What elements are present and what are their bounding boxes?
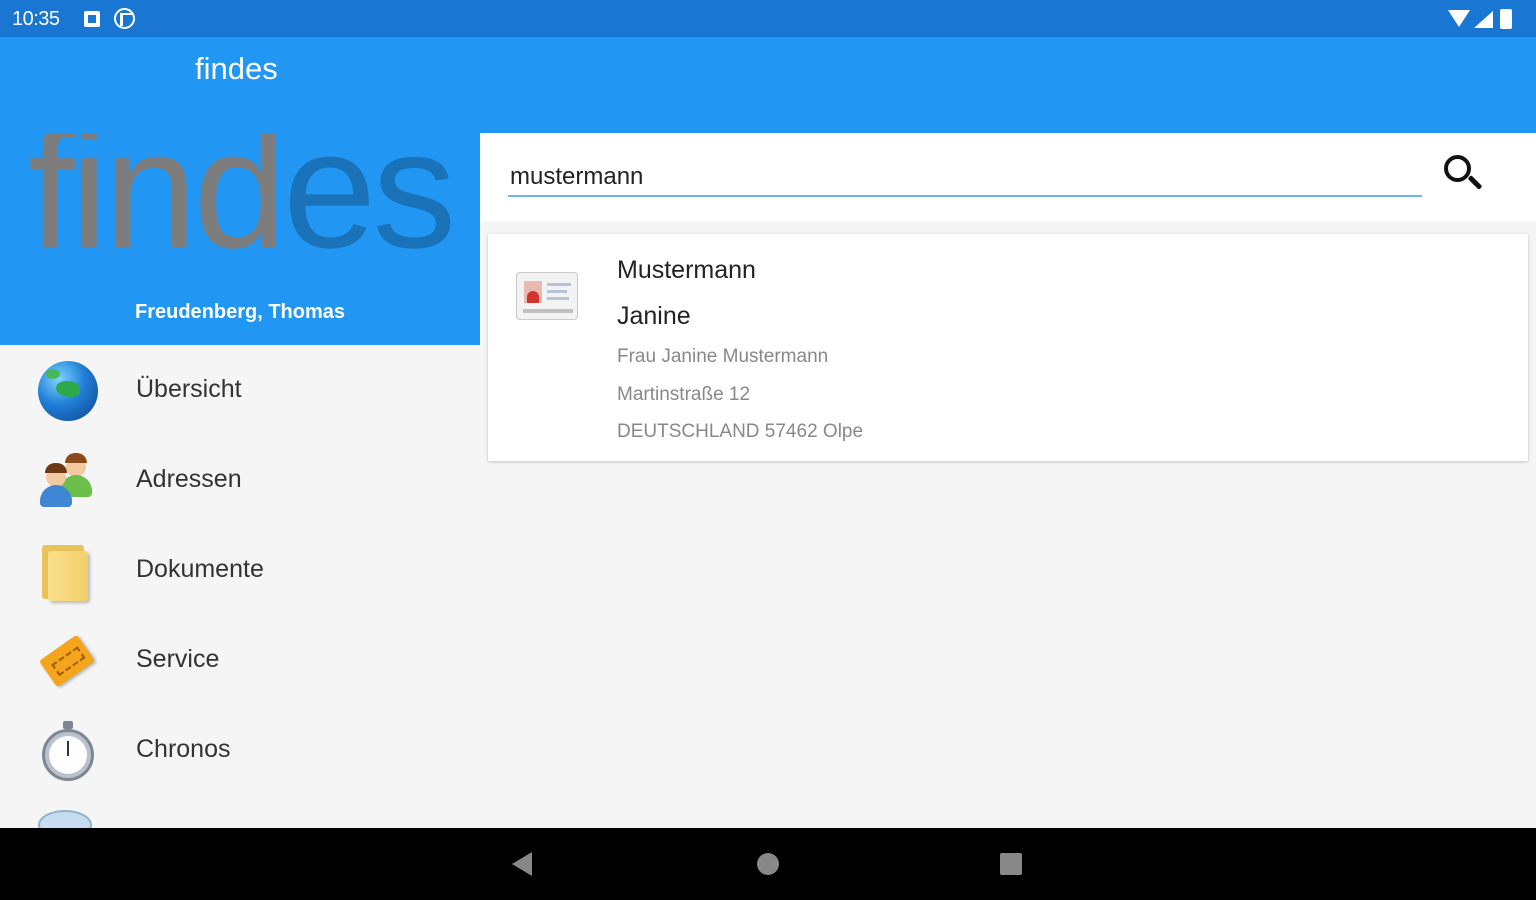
drawer-header: findes Freudenberg, Thomas <box>0 133 480 345</box>
menu-item-label: Chronos <box>136 735 231 763</box>
menu-item-adressen[interactable]: Adressen <box>0 435 480 525</box>
menu-item-label: Übersicht <box>136 375 242 403</box>
findes-logo: findes <box>28 133 456 273</box>
ticket-icon <box>38 631 98 691</box>
menu-item-uebersicht[interactable]: Übersicht <box>0 345 480 435</box>
menu-item-label: Dokumente <box>136 555 264 583</box>
result-full-name: Frau Janine Mustermann <box>617 346 829 367</box>
menu-item-dokumente[interactable]: Dokumente <box>0 525 480 615</box>
stopwatch-icon <box>38 721 98 781</box>
menu-item-label: Adressen <box>136 465 242 493</box>
result-last-name: Mustermann <box>617 256 756 284</box>
home-icon[interactable] <box>757 853 779 875</box>
notification-icon <box>84 11 100 27</box>
result-first-name: Janine <box>617 302 691 330</box>
system-indicators <box>1448 8 1528 30</box>
wifi-icon <box>1448 10 1470 27</box>
result-street: Martinstraße 12 <box>617 384 751 405</box>
system-navigation-bar <box>0 828 1536 900</box>
globe-icon <box>38 361 98 421</box>
search-content: Mustermann Janine Frau Janine Mustermann… <box>480 133 1536 828</box>
result-city-line: DEUTSCHLAND 57462 Olpe <box>617 421 864 442</box>
recent-apps-icon[interactable] <box>1000 853 1022 875</box>
user-name: Freudenberg, Thomas <box>134 301 346 323</box>
signal-icon <box>1474 11 1493 28</box>
menu-item-service[interactable]: Service <box>0 615 480 705</box>
status-time: 10:35 <box>12 8 60 30</box>
search-bar <box>480 133 1536 221</box>
sync-icon <box>114 8 135 29</box>
folder-icon <box>38 541 98 601</box>
back-icon[interactable] <box>512 852 532 876</box>
navigation-drawer: Übersicht Adressen Dokumente Service Chr… <box>0 345 480 828</box>
logo-part-gray: find <box>28 133 287 283</box>
app-title: findes <box>195 51 278 86</box>
contacts-icon <box>38 451 98 511</box>
menu-item-partial-icon[interactable] <box>38 810 92 828</box>
status-bar: 10:35 <box>0 0 1536 37</box>
menu-item-label: Service <box>136 645 220 673</box>
search-result-card[interactable]: Mustermann Janine Frau Janine Mustermann… <box>488 234 1528 461</box>
menu-item-chronos[interactable]: Chronos <box>0 705 480 795</box>
search-input[interactable] <box>508 159 1422 197</box>
search-icon[interactable] <box>1440 151 1486 197</box>
battery-icon <box>1500 9 1512 29</box>
app-bar: findes <box>0 37 1536 133</box>
logo-part-blue: es <box>282 133 456 283</box>
contact-card-icon <box>516 272 578 320</box>
